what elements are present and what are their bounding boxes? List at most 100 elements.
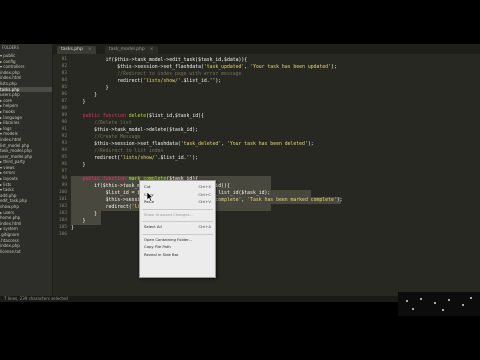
code-line[interactable]: redirect('lists/show/'.$list_id.''); [71, 155, 198, 162]
code-token: redirect( [71, 156, 121, 161]
code-line[interactable]: $this->session->set_flashdata('task_dele… [71, 141, 314, 148]
line-number: 94 [61, 148, 67, 153]
tab-label: task_model.php [109, 47, 145, 52]
line-number: 100 [58, 190, 67, 195]
code-line[interactable]: } [71, 99, 86, 106]
context-menu-item[interactable]: Cut Ctrl+X [140, 184, 215, 190]
code-line[interactable]: } [71, 211, 97, 218]
context-menu-item[interactable]: Copy File Path [140, 244, 215, 250]
context-menu-item: Show Unsaved Changes... [140, 212, 215, 218]
code-token: public function [82, 114, 129, 119]
code-line[interactable]: //Delete list [71, 120, 132, 127]
code-token: $this->task_model->delete($task_id); [71, 128, 199, 133]
code-token: } [71, 212, 97, 217]
code-token: 'Your task has been updated' [250, 65, 331, 70]
code-token: //Delete list [71, 121, 132, 126]
code-line[interactable]: redirect('lists/show/'.$list_id.''); [71, 78, 221, 85]
code-token: $this->session->set_flashdata( [71, 142, 181, 147]
code-token: delete [128, 114, 147, 119]
menu-item-label: Cut [144, 184, 151, 189]
line-number: 84 [61, 78, 67, 83]
close-icon[interactable]: × [150, 47, 154, 52]
code-line[interactable]: //Create Message [71, 134, 140, 141]
line-number: 95 [61, 155, 67, 160]
line-number: 89 [61, 113, 67, 118]
menu-item-label: Show Unsaved Changes... [144, 211, 194, 217]
close-icon[interactable]: × [88, 47, 92, 52]
line-number-gutter: 81 82 83 84 85 86 87 88 89 90 91 92 93 94 95 96 97 98 99 10… [53, 54, 67, 296]
line-number: 101 [58, 197, 67, 202]
tab-tasks-php[interactable]: tasks.php × [57, 46, 96, 54]
menu-separator [142, 233, 213, 235]
menu-item-label: Copy File Path [144, 244, 171, 249]
line-number: 90 [61, 120, 67, 125]
code-token: //Redirect to list index [71, 149, 164, 154]
line-number: 87 [61, 99, 67, 104]
code-token: } [71, 163, 86, 168]
line-number: 98 [61, 176, 67, 181]
code-line[interactable]: } [71, 162, 86, 169]
menu-item-shortcut: Ctrl+V [198, 199, 211, 204]
code-token: } [71, 86, 109, 91]
tab-bar: tasks.php × task_model.php × [53, 44, 480, 54]
code-token: } [71, 226, 74, 231]
line-number: 106 [58, 232, 67, 237]
code-editor[interactable]: 81 82 83 84 85 86 87 88 89 90 91 92 93 94 95 96 97 98 99 10… [53, 54, 480, 296]
code-line[interactable]: $this->session->set_flashdata('task_upda… [71, 64, 337, 71]
code-line[interactable]: //Redirect to index page with error mess… [71, 71, 241, 78]
file-tree: ▾ public ▸ config ▾ controllers index.ph… [0, 53, 52, 254]
code-token: 'lists/show/' [143, 79, 181, 84]
code-token: $this->session->set_flashdata( [71, 65, 204, 70]
code-line[interactable]: } [71, 85, 109, 92]
code-token: .$list_id.''); [180, 79, 222, 84]
context-menu-item[interactable]: Open Containing Folder... [140, 237, 215, 243]
context-menu-item[interactable]: Select All Ctrl+A [140, 224, 215, 230]
line-number: 96 [61, 162, 67, 167]
line-number: 92 [61, 134, 67, 139]
line-number: 86 [61, 92, 67, 97]
menu-separator [142, 221, 213, 222]
code-line[interactable]: public function delete($list_id,$task_id… [71, 113, 204, 120]
code-line[interactable]: if($this->task_model->edit_task($task_id… [71, 57, 248, 64]
line-number: 81 [61, 57, 67, 62]
line-number: 105 [58, 225, 67, 230]
menu-item-shortcut: Ctrl+X [198, 184, 211, 189]
code-token: ); [307, 142, 314, 147]
tab-task-model-php[interactable]: task_model.php × [105, 46, 158, 54]
sidebar-item[interactable]: license.txt [0, 249, 52, 255]
context-menu-item[interactable]: Reveal in Side Bar [140, 252, 215, 258]
sidebar: FOLDERS ▾ public ▸ config ▾ controllers … [0, 44, 53, 296]
line-number: 82 [61, 64, 67, 69]
video-letterbox-top [0, 0, 480, 44]
menu-item-label: Select All [144, 224, 162, 229]
code-token: 'Your task has been deleted' [226, 142, 308, 147]
code-token: if($this->task_model->edit_task($task_id… [71, 58, 248, 63]
code-line[interactable]: } [71, 218, 86, 225]
tab-label: tasks.php [61, 47, 83, 52]
code-token: } [71, 219, 86, 224]
line-number: 83 [61, 71, 67, 76]
webcam-thumbnail [398, 292, 480, 316]
line-number: 97 [61, 169, 67, 174]
line-number: 103 [58, 211, 67, 216]
code-token: ); [336, 198, 343, 203]
code-line[interactable]: } [71, 225, 74, 232]
code-line[interactable]: } [71, 92, 97, 99]
code-token: 'task_deleted' [180, 142, 222, 147]
code-line[interactable]: $this->task_model->delete($task_id); [71, 127, 198, 134]
menu-item-label: Open Containing Folder... [144, 236, 193, 242]
sublime-text-window: FOLDERS ▾ public ▸ config ▾ controllers … [0, 44, 480, 302]
line-number: 93 [61, 141, 67, 146]
code-line[interactable]: //Redirect to list index [71, 148, 163, 155]
code-token: } [71, 100, 86, 105]
menu-item-shortcut: Ctrl+A [198, 224, 211, 229]
line-number: 102 [58, 204, 67, 209]
code-token: redirect( [71, 79, 144, 84]
code-token: //Create Message [71, 135, 141, 140]
code-token: ($list_id,$task_id){ [146, 114, 204, 119]
menu-separator [142, 208, 213, 210]
code-token: 'task_updated' [203, 65, 245, 70]
code-token: //Redirect to index page with error mess… [71, 72, 242, 77]
code-token: } [71, 93, 97, 98]
